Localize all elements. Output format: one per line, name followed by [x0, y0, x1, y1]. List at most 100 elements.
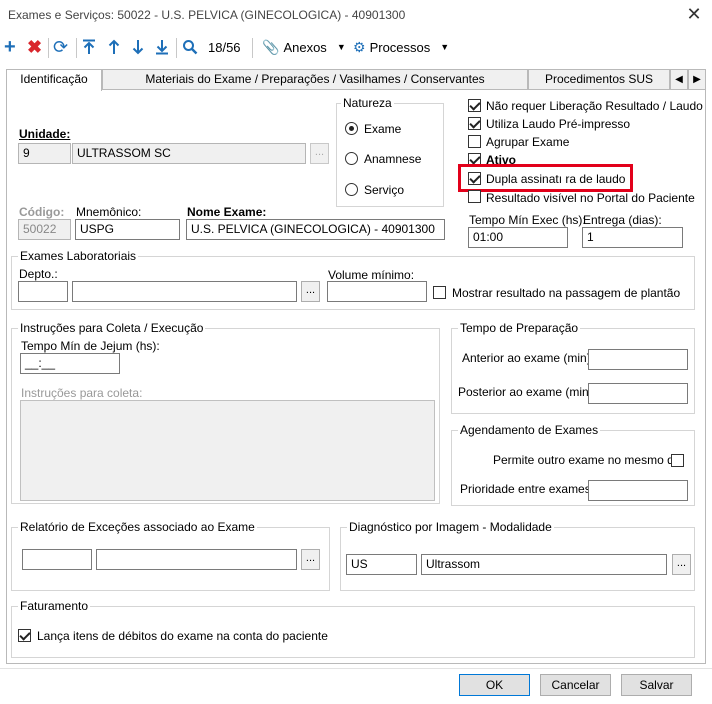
mostrar-resultado-checkbox[interactable]: [433, 286, 446, 299]
first-record-button[interactable]: [82, 34, 96, 60]
unidade-lookup-button[interactable]: ...: [310, 143, 329, 164]
identificacao-panel: Unidade: 9 ULTRASSOM SC ... Natureza Exa…: [6, 89, 706, 664]
natureza-anamnese-label: Anamnese: [364, 152, 422, 166]
relatorio-name-field[interactable]: [96, 549, 297, 570]
last-record-button[interactable]: [155, 34, 169, 60]
tab-strip: Identificação Materiais do Exame / Prepa…: [6, 69, 706, 91]
salvar-button[interactable]: Salvar: [621, 674, 692, 696]
search-icon: [183, 40, 198, 55]
ok-button[interactable]: OK: [459, 674, 530, 696]
footer-divider: [0, 668, 712, 669]
modalidade-name-field[interactable]: Ultrassom: [421, 554, 667, 575]
mnemonico-label: Mnemônico:: [76, 205, 142, 219]
natureza-exame-label: Exame: [364, 122, 402, 136]
add-button[interactable]: +: [4, 34, 16, 60]
nao-requer-liberacao-checkbox[interactable]: [468, 99, 481, 112]
agrupar-exame-label: Agrupar Exame: [486, 135, 570, 149]
cancelar-button[interactable]: Cancelar: [540, 674, 611, 696]
record-counter: 18/56: [208, 39, 241, 55]
mnemonico-field[interactable]: USPG: [75, 219, 180, 240]
prioridade-label: Prioridade entre exames:: [460, 482, 595, 496]
last-record-icon: [156, 40, 168, 55]
nao-requer-liberacao-label: Não requer Liberação Resultado / Laudo: [486, 99, 703, 113]
resultado-portal-label: Resultado visível no Portal do Paciente: [486, 191, 695, 205]
natureza-exame-radio[interactable]: [345, 122, 358, 135]
unidade-name-field[interactable]: ULTRASSOM SC: [72, 143, 306, 164]
nome-exame-label: Nome Exame:: [187, 205, 267, 219]
modalidade-code-field[interactable]: US: [346, 554, 417, 575]
chevron-down-icon: ▼: [440, 42, 450, 52]
exames-laboratoriais-title: Exames Laboratoriais: [18, 249, 139, 263]
unidade-code-field[interactable]: 9: [18, 143, 71, 164]
delete-button[interactable]: ✖: [27, 34, 42, 60]
tab-identificacao[interactable]: Identificação: [6, 69, 102, 91]
volume-minimo-field[interactable]: [327, 281, 427, 302]
depto-code-field[interactable]: [18, 281, 68, 302]
tempo-min-exec-field[interactable]: 01:00: [468, 227, 568, 248]
agendamento-group: Agendamento de Exames Permite outro exam…: [451, 423, 695, 506]
entrega-field[interactable]: 1: [582, 227, 683, 248]
instrucoes-group: Instruções para Coleta / Execução Tempo …: [11, 321, 440, 504]
anexos-label: Anexos: [283, 39, 327, 55]
utiliza-laudo-label: Utiliza Laudo Pré-impresso: [486, 117, 631, 131]
natureza-anamnese-radio[interactable]: [345, 152, 358, 165]
relatorio-excecoes-title: Relatório de Exceções associado ao Exame: [18, 520, 257, 534]
close-icon[interactable]: ✕: [684, 4, 704, 24]
lanca-itens-checkbox[interactable]: [18, 629, 31, 642]
processos-menu-button[interactable]: ⚙ Processos ▼: [353, 34, 449, 60]
instrucoes-title: Instruções para Coleta / Execução: [18, 321, 206, 335]
faturamento-group: Faturamento Lança itens de débitos do ex…: [11, 599, 695, 658]
anterior-field[interactable]: [588, 349, 688, 370]
agendamento-title: Agendamento de Exames: [458, 423, 601, 437]
processos-label: Processos: [369, 39, 431, 55]
toolbar-separator: [48, 38, 49, 58]
relatorio-code-field[interactable]: [22, 549, 92, 570]
instrucoes-coleta-textarea[interactable]: [20, 400, 435, 501]
agrupar-exame-checkbox[interactable]: [468, 135, 481, 148]
relatorio-lookup-button[interactable]: ...: [301, 549, 320, 570]
tab-scroll-arrows: ◀ ▶: [670, 69, 706, 90]
resultado-portal-checkbox[interactable]: [468, 190, 481, 203]
title-bar: Exames e Serviços: 50022 - U.S. PELVICA …: [0, 0, 712, 30]
faturamento-title: Faturamento: [18, 599, 91, 613]
arrow-down-icon: [132, 40, 144, 55]
prioridade-field[interactable]: [588, 480, 688, 501]
tab-procedimentos-sus[interactable]: Procedimentos SUS: [528, 69, 670, 90]
permite-outro-checkbox[interactable]: [671, 454, 684, 467]
chevron-down-icon: ▼: [336, 42, 346, 52]
depto-name-field[interactable]: [72, 281, 297, 302]
codigo-field[interactable]: 50022: [18, 219, 71, 240]
unidade-label: Unidade:: [19, 127, 71, 141]
toolbar-separator: [176, 38, 177, 58]
highlight-annotation: [458, 164, 633, 192]
tab-scroll-left-icon[interactable]: ◀: [670, 69, 688, 90]
arrow-up-icon: [108, 39, 120, 54]
entrega-label: Entrega (dias):: [583, 213, 662, 227]
toolbar-separator: [252, 38, 253, 58]
nome-exame-field[interactable]: U.S. PELVICA (GINECOLOGICA) - 40901300: [186, 219, 445, 240]
modalidade-lookup-button[interactable]: ...: [672, 554, 691, 575]
tab-scroll-right-icon[interactable]: ▶: [688, 69, 706, 90]
utiliza-laudo-checkbox[interactable]: [468, 117, 481, 130]
depto-label: Depto.:: [19, 267, 58, 281]
next-record-button[interactable]: [131, 34, 145, 60]
diagnostico-imagem-title: Diagnóstico por Imagem - Modalidade: [347, 520, 554, 534]
paperclip-icon: 📎: [262, 38, 280, 55]
tempo-min-exec-label: Tempo Mín Exec (hs):: [469, 213, 586, 227]
previous-record-button[interactable]: [107, 34, 121, 60]
depto-lookup-button[interactable]: ...: [301, 281, 320, 302]
tab-materiais[interactable]: Materiais do Exame / Preparações / Vasil…: [102, 69, 528, 90]
jejum-field[interactable]: __:__: [20, 353, 120, 374]
volume-minimo-label: Volume mínimo:: [328, 268, 415, 282]
posterior-field[interactable]: [588, 383, 688, 404]
refresh-icon: ⟳: [53, 36, 69, 57]
natureza-servico-radio[interactable]: [345, 183, 358, 196]
permite-outro-label: Permite outro exame no mesmo dia: [493, 453, 684, 467]
natureza-servico-label: Serviço: [364, 183, 405, 197]
gear-icon: ⚙: [353, 38, 366, 55]
natureza-group: Natureza Exame Anamnese Serviço: [336, 96, 444, 207]
search-button[interactable]: 18/56: [182, 34, 241, 60]
plus-icon: +: [4, 35, 16, 58]
refresh-button[interactable]: ⟳: [53, 34, 68, 60]
anexos-menu-button[interactable]: 📎 Anexos ▼: [262, 34, 346, 60]
